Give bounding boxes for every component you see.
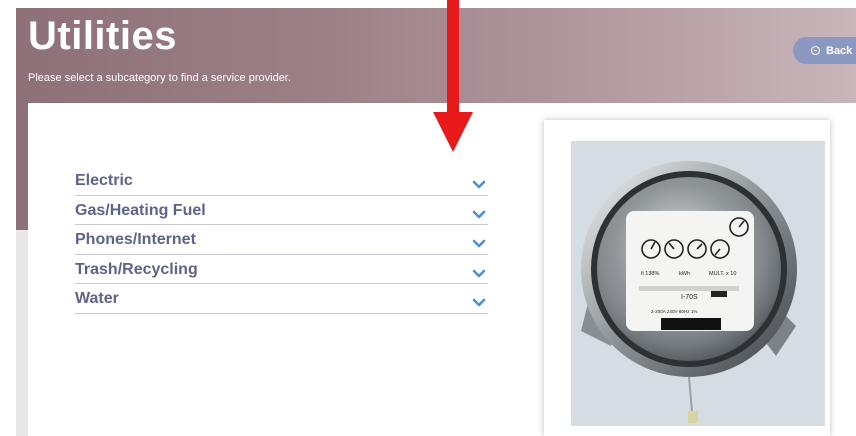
meter-percent-label: fi 138% xyxy=(641,271,659,277)
meter-model-label: I-70S xyxy=(681,294,698,301)
red-arrow-annotation xyxy=(433,0,473,152)
chevron-down-icon xyxy=(472,239,486,248)
banner-edge xyxy=(16,230,28,436)
back-button[interactable]: Back xyxy=(793,37,856,64)
back-icon xyxy=(811,46,820,55)
chevron-down-icon xyxy=(472,180,486,189)
category-label: Electric xyxy=(75,172,133,190)
category-item-electric[interactable]: Electric xyxy=(75,166,488,196)
meter-unit-label: kWh xyxy=(679,271,690,277)
chevron-down-icon xyxy=(472,210,486,219)
category-label: Phones/Internet xyxy=(75,231,196,249)
chevron-down-icon xyxy=(472,298,486,307)
category-label: Water xyxy=(75,290,119,308)
category-item-water[interactable]: Water xyxy=(75,284,488,314)
chevron-down-icon xyxy=(472,269,486,278)
electric-meter-image: fi 138% kWh MULT. x 10 I-70S 2-200A 240V… xyxy=(571,141,825,426)
meter-multiplier-label: MULT. x 10 xyxy=(709,271,736,277)
page-title: Utilities xyxy=(28,14,177,58)
page-subtitle: Please select a subcategory to find a se… xyxy=(28,72,291,84)
category-item-phones-internet[interactable]: Phones/Internet xyxy=(75,225,488,255)
category-item-trash-recycling[interactable]: Trash/Recycling xyxy=(75,255,488,284)
category-label: Trash/Recycling xyxy=(75,260,198,278)
back-button-label: Back xyxy=(826,44,853,57)
electric-meter-illustration: fi 138% kWh MULT. x 10 I-70S 2-200A 240V… xyxy=(581,161,797,424)
category-item-gas-heating-fuel[interactable]: Gas/Heating Fuel xyxy=(75,196,488,225)
meter-spec-line: 2-200A 240V 60Hz 1% xyxy=(651,309,697,314)
category-list: Electric Gas/Heating Fuel Phones/Interne… xyxy=(75,166,488,314)
category-label: Gas/Heating Fuel xyxy=(75,201,206,219)
